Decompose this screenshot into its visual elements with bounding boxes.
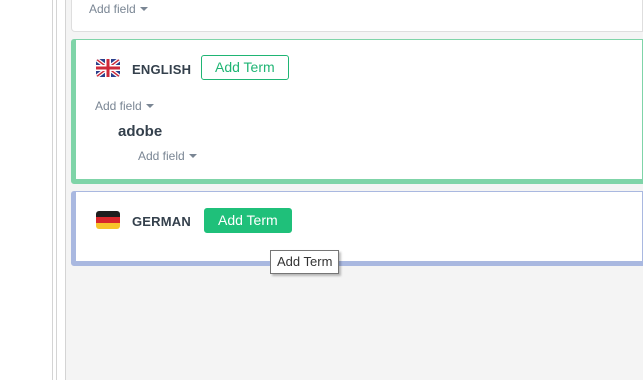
english-language-card: ENGLISH Add Term Add field adobe Add fie…: [71, 39, 643, 184]
language-name-english: ENGLISH: [132, 62, 192, 77]
top-language-card: Add field: [71, 0, 643, 32]
german-language-card: GERMAN Add Term: [71, 191, 643, 266]
content-divider: [65, 0, 66, 380]
add-term-button-german[interactable]: Add Term: [204, 208, 292, 233]
term-name: adobe: [118, 123, 163, 140]
left-panel-divider-inner: [56, 0, 57, 380]
add-field-dropdown[interactable]: Add field: [89, 2, 148, 16]
caret-down-icon: [145, 103, 154, 108]
uk-flag-icon: [96, 59, 120, 77]
add-field-dropdown-english[interactable]: Add field: [95, 99, 154, 113]
add-field-label: Add field: [89, 2, 136, 16]
caret-down-icon: [188, 153, 197, 158]
add-term-button-english[interactable]: Add Term: [201, 55, 289, 80]
add-field-label: Add field: [95, 99, 142, 113]
add-term-tooltip: Add Term: [270, 250, 340, 274]
language-name-german: GERMAN: [132, 214, 191, 229]
germany-flag-icon: [96, 211, 120, 229]
add-field-dropdown-term[interactable]: Add field: [138, 149, 197, 163]
add-field-label: Add field: [138, 149, 185, 163]
caret-down-icon: [139, 6, 148, 11]
left-panel-divider: [52, 0, 53, 380]
